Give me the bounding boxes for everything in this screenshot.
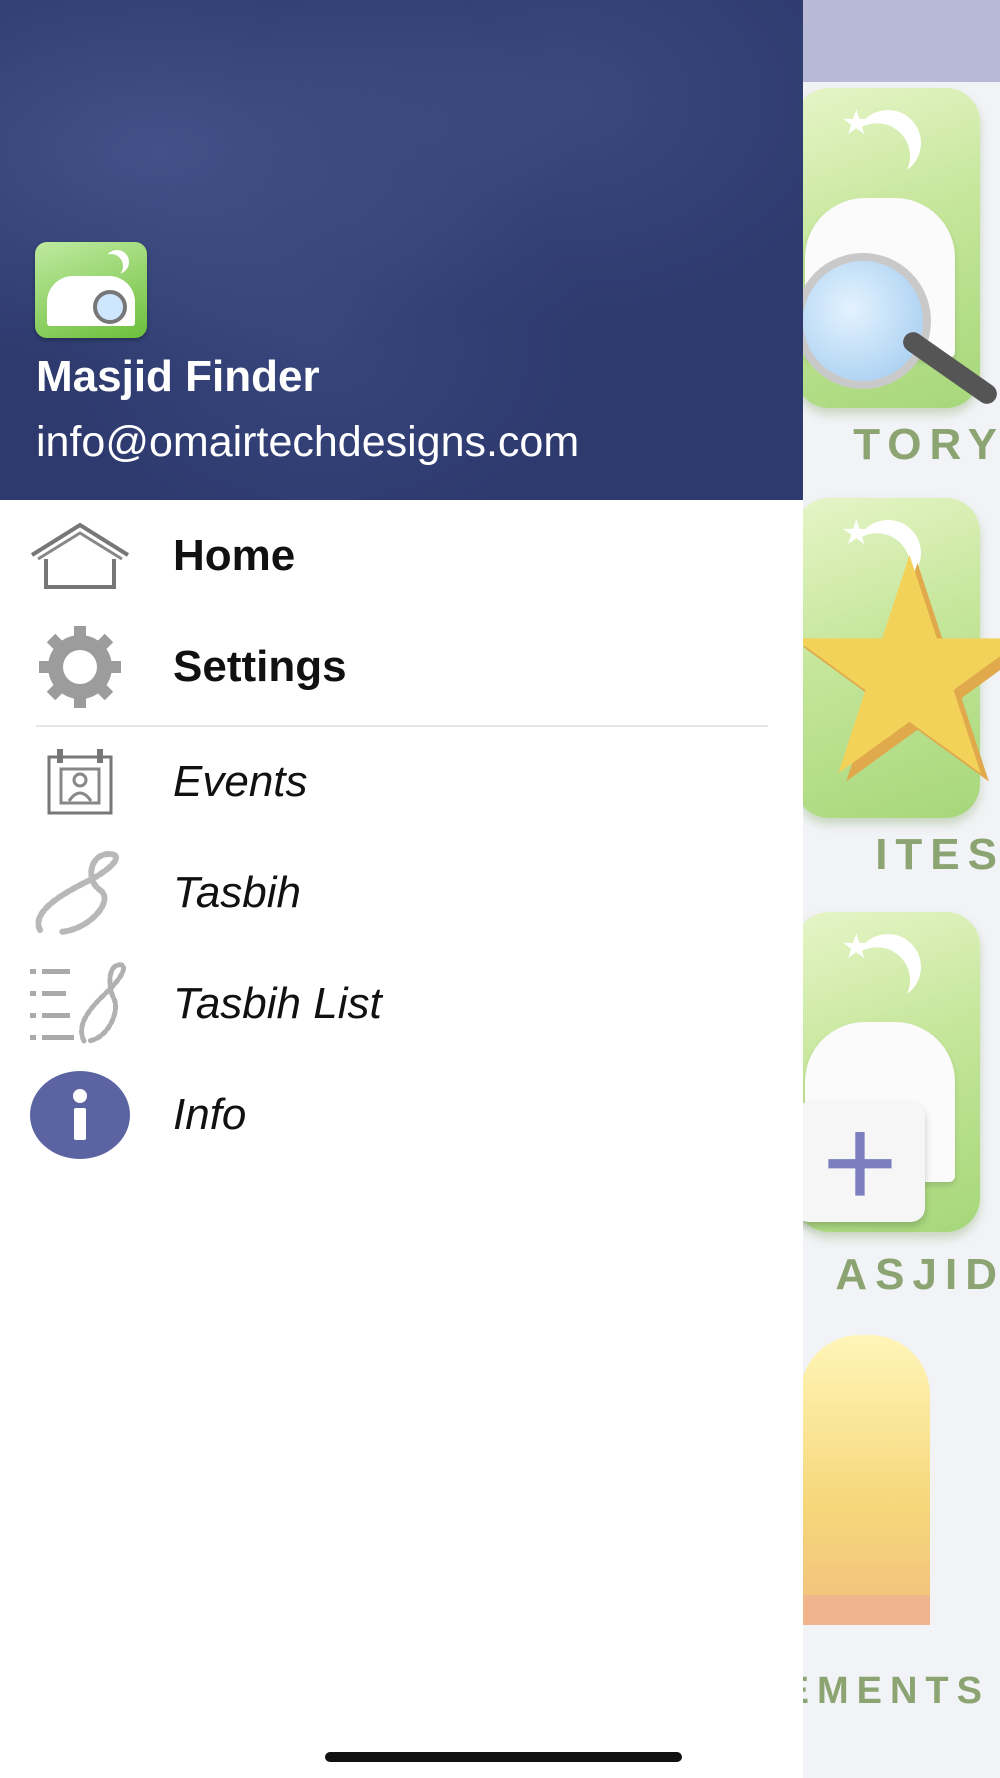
menu-item-home[interactable]: Home: [0, 501, 803, 611]
home-icon: [28, 511, 132, 601]
add-masjid-tile-label: ASJID: [835, 1250, 1000, 1299]
menu-item-info[interactable]: Info: [0, 1060, 803, 1170]
bell-icon: [800, 1335, 930, 1620]
add-masjid-tile-card: ★ +: [795, 912, 980, 1232]
directory-tile[interactable]: ★ TORY: [795, 88, 1000, 469]
menu-item-settings[interactable]: Settings: [0, 612, 803, 722]
crescent-icon: [105, 250, 129, 274]
plus-icon: +: [795, 1097, 925, 1227]
gear-icon: [28, 622, 132, 712]
menu-item-settings-label: Settings: [173, 642, 347, 691]
directory-tile-card: ★: [795, 88, 1000, 408]
calendar-icon: [28, 737, 132, 827]
star-icon: ★: [841, 104, 872, 142]
magnifier-icon: [93, 290, 127, 324]
menu-item-tasbih[interactable]: Tasbih: [0, 838, 803, 948]
app-name: Masjid Finder: [36, 352, 320, 401]
add-masjid-tile[interactable]: ★ + ASJID: [795, 912, 997, 1299]
info-icon: [28, 1070, 132, 1160]
navigation-drawer: Masjid Finder info@omairtechdesigns.com …: [0, 0, 803, 1778]
menu-item-events-label: Events: [173, 757, 308, 806]
prayer-beads-icon: [28, 848, 132, 938]
favorites-tile-card: ★ ★: [775, 498, 1000, 818]
directory-tile-label: TORY: [853, 420, 1000, 469]
bell-base: [800, 1595, 930, 1625]
favorites-tile[interactable]: ★ ★ ITES: [775, 498, 1000, 879]
magnifier-icon: [795, 253, 931, 389]
home-indicator[interactable]: [325, 1752, 682, 1762]
tasbih-list-icon: [28, 959, 132, 1049]
menu-item-tasbih-list-label: Tasbih List: [173, 979, 382, 1028]
menu-item-events[interactable]: Events: [0, 727, 803, 837]
favorites-tile-label: ITES: [875, 830, 1000, 879]
star-icon: ★: [841, 928, 872, 966]
menu-item-tasbih-list[interactable]: Tasbih List: [0, 949, 803, 1059]
favorite-star-icon: ★: [775, 500, 1000, 836]
app-logo-icon: [35, 242, 147, 338]
drawer-header: Masjid Finder info@omairtechdesigns.com: [0, 0, 803, 500]
account-email: info@omairtechdesigns.com: [36, 418, 580, 466]
menu-item-home-label: Home: [173, 531, 296, 580]
menu-item-tasbih-label: Tasbih: [173, 868, 302, 917]
menu-item-info-label: Info: [173, 1090, 247, 1139]
